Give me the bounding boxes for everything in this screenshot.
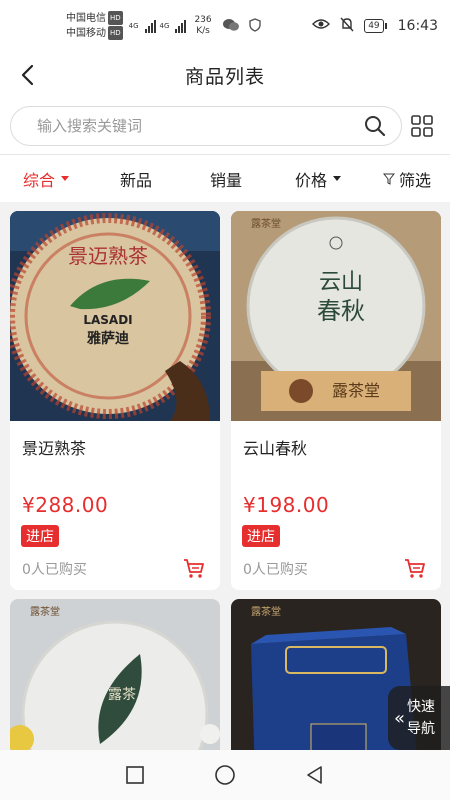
status-bar: 中国电信 HD 中国移动 HD 4G 4G 236 K/s 49 16:43 xyxy=(0,0,450,52)
sort-new[interactable]: 新品 xyxy=(92,155,180,203)
sort-comprehensive-label: 综合 xyxy=(22,170,55,190)
shop-badge[interactable]: 进店 xyxy=(21,525,59,547)
search-icon[interactable] xyxy=(363,114,387,138)
square-icon xyxy=(126,766,144,784)
svg-text:露茶堂: 露茶堂 xyxy=(30,605,60,618)
product-card[interactable]: 露茶 露茶堂 xyxy=(10,599,220,759)
caret-down-icon xyxy=(61,176,69,181)
sort-price-label: 价格 xyxy=(294,170,327,190)
product-card[interactable]: 云山 春秋 露茶堂 露茶堂 云山春秋 ¥198.00 进店 0人已购买 xyxy=(231,211,441,590)
cart-icon[interactable] xyxy=(182,557,206,581)
search-box xyxy=(10,106,402,146)
chevron-left-icon xyxy=(21,64,34,86)
svg-text:LASADI: LASADI xyxy=(83,313,132,327)
hd-badge: HD xyxy=(108,26,123,40)
wechat-icon xyxy=(222,18,240,35)
quick-nav-button[interactable]: « 快速 导航 xyxy=(388,686,450,750)
caret-down-icon xyxy=(333,176,341,181)
network-type-2: 4G xyxy=(159,22,170,30)
shop-badge[interactable]: 进店 xyxy=(242,525,280,547)
product-name: 景迈熟茶 xyxy=(22,439,87,458)
double-chevron-left-icon: « xyxy=(394,707,406,729)
hd-badge: HD xyxy=(108,11,123,25)
back-button[interactable] xyxy=(14,58,44,92)
buyer-count: 0人已购买 xyxy=(243,562,308,578)
carrier-2: 中国移动 xyxy=(66,28,106,39)
eye-icon xyxy=(312,18,331,34)
search-input[interactable] xyxy=(37,117,363,135)
cart-icon[interactable] xyxy=(403,557,427,581)
carrier-1: 中国电信 xyxy=(66,13,106,24)
filter-icon xyxy=(382,173,395,185)
filter-label: 筛选 xyxy=(398,170,431,190)
header: 商品列表 xyxy=(0,52,450,98)
svg-text:露茶堂: 露茶堂 xyxy=(332,381,380,400)
svg-text:露茶堂: 露茶堂 xyxy=(251,217,281,230)
circle-icon xyxy=(215,765,235,785)
search-row xyxy=(0,98,450,154)
grid-view-icon[interactable] xyxy=(410,114,434,138)
net-speed: 236 K/s xyxy=(194,15,211,37)
recents-button[interactable] xyxy=(122,762,148,788)
signal-icon xyxy=(144,19,156,33)
clock: 16:43 xyxy=(397,18,438,34)
carrier-info: 中国电信 HD 中国移动 HD xyxy=(66,11,123,41)
battery-icon: 49 xyxy=(364,19,388,33)
svg-text:春秋: 春秋 xyxy=(317,297,365,325)
product-image: 露茶 露茶堂 xyxy=(10,599,220,759)
sort-sales-label: 销量 xyxy=(209,170,242,190)
sort-bar: 综合 新品 销量 价格 筛选 xyxy=(0,154,450,202)
net-speed-unit: K/s xyxy=(196,26,210,36)
network-type: 4G xyxy=(129,22,139,30)
quick-nav-label-1: 快速 xyxy=(407,699,436,715)
svg-text:雅萨迪: 雅萨迪 xyxy=(87,330,129,347)
product-image: 云山 春秋 露茶堂 露茶堂 xyxy=(231,211,441,421)
sort-comprehensive[interactable]: 综合 xyxy=(0,155,92,203)
system-back-button[interactable] xyxy=(302,762,328,788)
sort-price[interactable]: 价格 xyxy=(272,155,364,203)
sort-sales[interactable]: 销量 xyxy=(180,155,272,203)
product-price: ¥198.00 xyxy=(243,493,330,517)
home-button[interactable] xyxy=(212,762,238,788)
svg-text:露茶堂: 露茶堂 xyxy=(251,605,281,618)
svg-text:露茶: 露茶 xyxy=(108,687,136,703)
product-image: LASADI 雅萨迪 景迈熟茶 xyxy=(10,211,220,421)
signal-icon-2 xyxy=(175,19,187,33)
triangle-back-icon xyxy=(307,766,322,784)
svg-text:云山: 云山 xyxy=(319,270,363,295)
product-price: ¥288.00 xyxy=(22,493,109,517)
bell-mute-icon xyxy=(340,17,354,36)
shield-icon xyxy=(248,17,262,35)
net-speed-value: 236 xyxy=(194,15,212,25)
product-card[interactable]: LASADI 雅萨迪 景迈熟茶 景迈熟茶 ¥288.00 进店 0人已购买 xyxy=(10,211,220,590)
quick-nav-label-2: 导航 xyxy=(407,721,436,737)
svg-text:景迈熟茶: 景迈熟茶 xyxy=(68,244,148,268)
net-type-1: 4G xyxy=(128,22,139,30)
buyer-count: 0人已购买 xyxy=(22,562,87,578)
filter-button[interactable]: 筛选 xyxy=(364,155,450,203)
sort-new-label: 新品 xyxy=(119,170,152,190)
system-nav-bar xyxy=(0,750,450,800)
product-name: 云山春秋 xyxy=(243,439,308,458)
page-title: 商品列表 xyxy=(184,65,265,88)
